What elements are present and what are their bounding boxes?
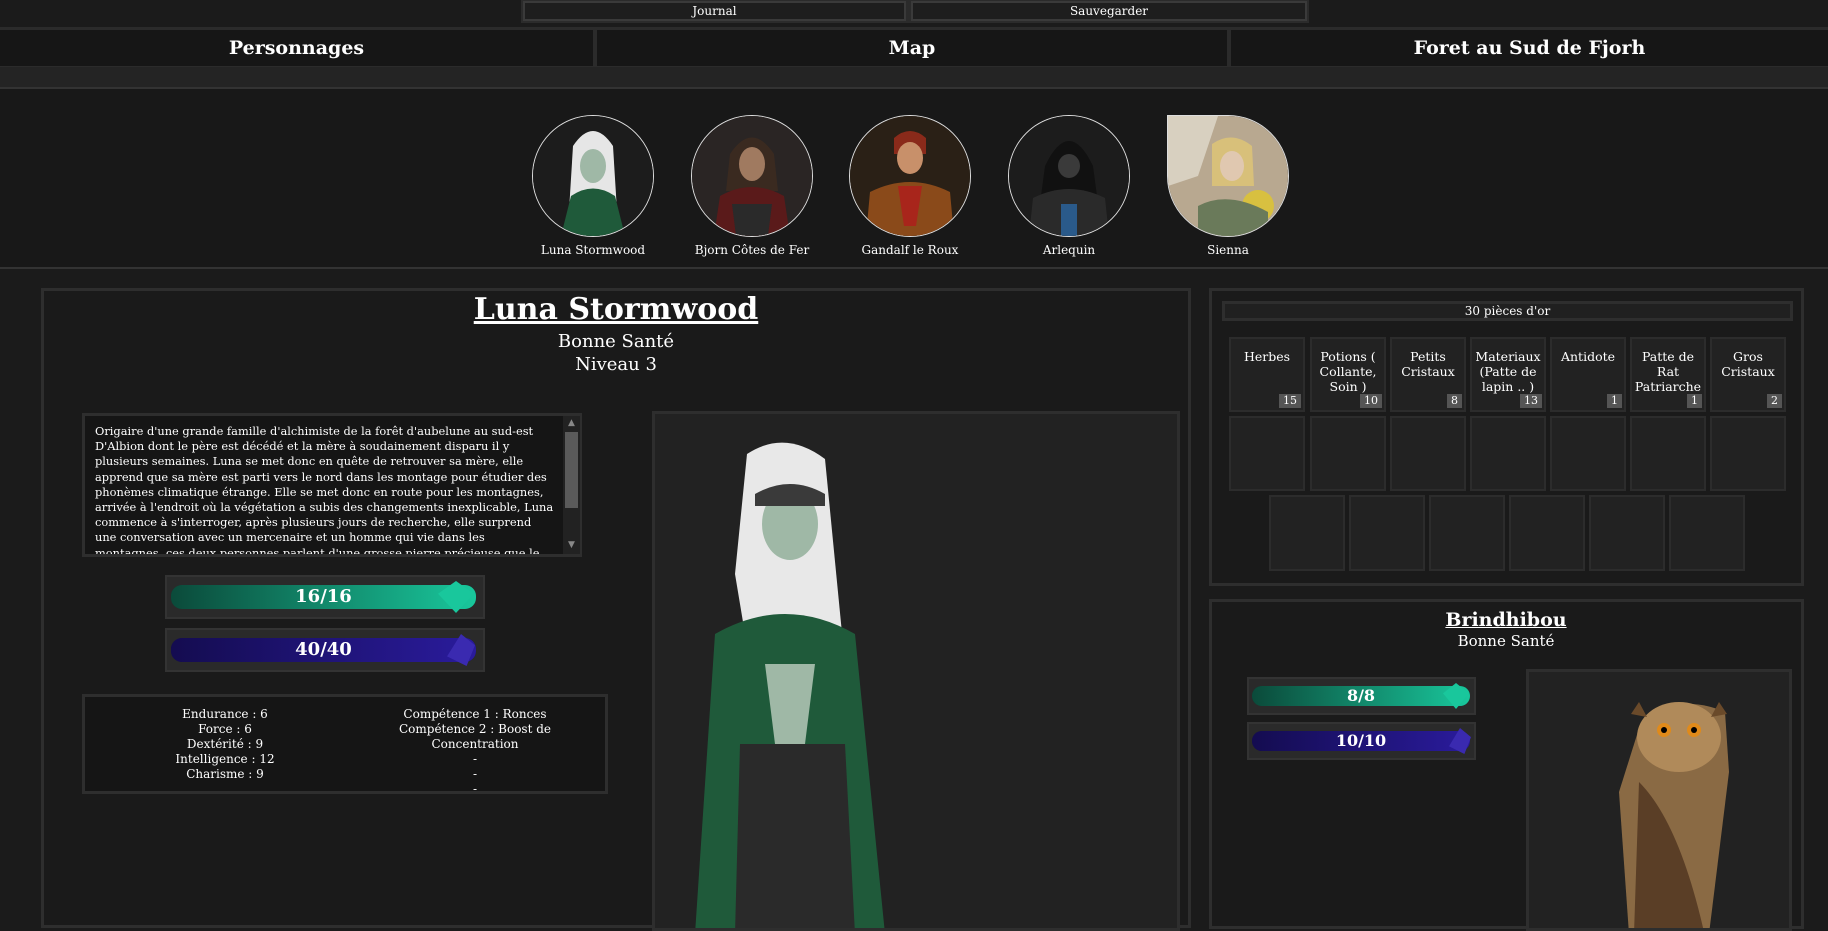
stat-dexterity: Dextérité : 9 [186, 737, 264, 751]
skill-list: Compétence 1 : Ronces Compétence 2 : Boo… [355, 707, 595, 797]
portrait-sienna [1167, 115, 1289, 237]
stat-intelligence: Intelligence : 12 [175, 752, 275, 766]
stats-panel: Endurance : 6 Force : 6 Dextérité : 9 In… [82, 694, 608, 797]
party-member-arlequin[interactable]: Arlequin [1007, 115, 1131, 257]
skill-4: - [472, 767, 478, 781]
inventory-slot-empty[interactable] [1589, 495, 1665, 571]
mana-bar: 40/40 [171, 638, 476, 662]
character-health-status: Bonne Santé [557, 331, 675, 352]
hp-bar-frame: 16/16 [165, 575, 485, 619]
inventory-slot-empty[interactable] [1229, 416, 1305, 491]
inventory-slot[interactable]: Patte de Rat Patriarche 1 [1630, 337, 1706, 412]
party-member-bjorn[interactable]: Bjorn Côtes de Fer [690, 115, 814, 257]
description-scrollbar[interactable]: ▲ ▼ [563, 416, 580, 554]
scroll-up-icon[interactable]: ▲ [568, 418, 575, 428]
party-member-name: Luna Stormwood [540, 243, 646, 257]
stat-force: Force : 6 [198, 722, 252, 736]
inventory-slot-empty[interactable] [1710, 416, 1786, 491]
inventory-slot-empty[interactable] [1429, 495, 1505, 571]
party-member-gandalf[interactable]: Gandalf le Roux [848, 115, 972, 257]
inventory-slot-empty[interactable] [1550, 416, 1626, 491]
portrait-arlequin [1008, 115, 1130, 237]
skill-2: Compétence 2 : Boost de Concentration [398, 722, 551, 751]
party-member-luna[interactable]: Luna Stormwood [531, 115, 655, 257]
scrollbar-thumb[interactable] [565, 432, 578, 508]
inventory-slot-empty[interactable] [1470, 416, 1546, 491]
inventory-slot-empty[interactable] [1509, 495, 1585, 571]
skill-1: Compétence 1 : Ronces [403, 707, 547, 721]
hp-text: 16/16 [295, 586, 352, 607]
item-quantity: 2 [1767, 394, 1782, 408]
inventory-slot-empty[interactable] [1349, 495, 1425, 571]
item-quantity: 13 [1520, 394, 1542, 408]
scroll-down-icon[interactable]: ▼ [568, 540, 575, 550]
portrait-luna [532, 115, 654, 237]
stat-charisma: Charisme : 9 [186, 767, 264, 781]
inventory-slot-empty[interactable] [1310, 416, 1386, 491]
item-quantity: 10 [1360, 394, 1382, 408]
inventory-slot[interactable]: Potions ( Collante, Soin ) 10 [1310, 337, 1386, 412]
tab-characters[interactable]: Personnages [0, 30, 593, 66]
companion-name: Brindhibou [1445, 609, 1567, 631]
party-member-sienna[interactable]: Sienna [1166, 115, 1290, 257]
companion-hp-text: 8/8 [1346, 686, 1376, 705]
companion-mana-frame: 10/10 [1247, 722, 1476, 760]
item-name: Materiaux (Patte de lapin .. ) [1475, 349, 1541, 394]
save-button[interactable]: Sauvegarder [911, 1, 1307, 21]
tab-location[interactable]: Foret au Sud de Fjorh [1231, 30, 1828, 66]
character-level: Niveau 3 [575, 354, 657, 375]
mana-text: 40/40 [295, 639, 352, 660]
item-name: Patte de Rat Patriarche [1634, 349, 1702, 394]
item-quantity: 1 [1607, 394, 1622, 408]
attribute-list: Endurance : 6 Force : 6 Dextérité : 9 In… [140, 707, 310, 782]
party-member-name: Arlequin [1042, 243, 1096, 257]
character-name: Luna Stormwood [473, 292, 759, 327]
party-member-name: Sienna [1207, 243, 1249, 257]
stat-endurance: Endurance : 6 [182, 707, 268, 721]
character-description[interactable]: Origaire d'une grande famille d'alchimis… [82, 413, 582, 557]
hp-bar: 16/16 [171, 585, 476, 609]
inventory-slot[interactable]: Gros Cristaux 2 [1710, 337, 1786, 412]
tab-map[interactable]: Map [597, 30, 1227, 66]
companion-mana-text: 10/10 [1335, 731, 1387, 750]
item-name: Gros Cristaux [1721, 349, 1775, 379]
inventory-slot[interactable]: Materiaux (Patte de lapin .. ) 13 [1470, 337, 1546, 412]
mana-bar-frame: 40/40 [165, 628, 485, 672]
item-quantity: 1 [1687, 394, 1702, 408]
party-member-name: Gandalf le Roux [861, 243, 959, 257]
nav-divider [0, 67, 1828, 87]
inventory-slot[interactable]: Antidote 1 [1550, 337, 1626, 412]
portrait-gandalf [849, 115, 971, 237]
item-quantity: 15 [1279, 394, 1301, 408]
journal-button[interactable]: Journal [523, 1, 906, 21]
skill-3: - [472, 752, 478, 766]
inventory-slot[interactable]: Herbes 15 [1229, 337, 1305, 412]
companion-health-status: Bonne Santé [1457, 632, 1555, 650]
item-name: Antidote [1560, 349, 1616, 364]
item-quantity: 8 [1447, 394, 1462, 408]
companion-hp-bar: 8/8 [1252, 686, 1470, 706]
party-member-name: Bjorn Côtes de Fer [694, 243, 810, 257]
character-image [652, 411, 1180, 931]
item-name: Petits Cristaux [1401, 349, 1455, 379]
inventory-slot-empty[interactable] [1390, 416, 1466, 491]
portrait-bjorn [691, 115, 813, 237]
inventory-slot-empty[interactable] [1269, 495, 1345, 571]
companion-hp-frame: 8/8 [1247, 677, 1476, 715]
skill-5: - [472, 782, 478, 796]
companion-image [1526, 669, 1792, 931]
item-name: Herbes [1243, 349, 1291, 364]
companion-mana-bar: 10/10 [1252, 731, 1470, 751]
item-name: Potions ( Collante, Soin ) [1319, 349, 1377, 394]
inventory-slot-empty[interactable] [1669, 495, 1745, 571]
inventory-slot[interactable]: Petits Cristaux 8 [1390, 337, 1466, 412]
inventory-slot-empty[interactable] [1630, 416, 1706, 491]
gold-counter: 30 pièces d'or [1222, 301, 1793, 321]
